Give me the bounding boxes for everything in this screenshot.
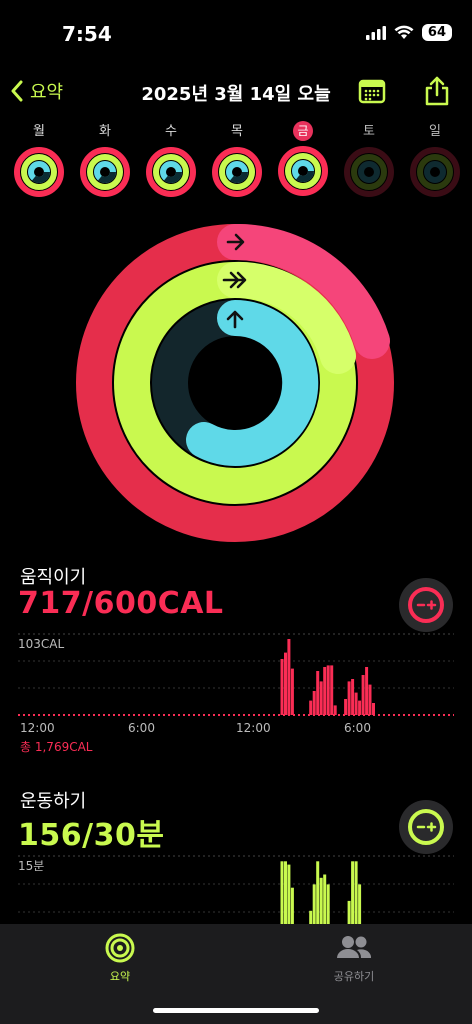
tab-summary[interactable]: 요약 <box>88 932 152 984</box>
day-rings-icon <box>212 147 262 197</box>
move-bar-13 <box>347 681 351 715</box>
exercise-bar-4 <box>309 910 313 924</box>
day-label: 토 <box>363 124 375 139</box>
day-rings-icon <box>146 147 196 197</box>
day-rings-icon <box>344 147 394 197</box>
exercise-bar-13 <box>358 884 362 924</box>
move-bar-6 <box>316 671 320 715</box>
day-rings-icon <box>80 147 130 197</box>
move-ymax-label: 103CAL <box>18 637 64 651</box>
move-bar-16 <box>358 700 362 715</box>
day-2[interactable]: 수 <box>143 120 199 198</box>
day-label: 금 <box>293 121 313 141</box>
tab-sharing-label: 공유하기 <box>333 970 375 983</box>
day-5[interactable]: 토 <box>341 120 397 198</box>
day-ring-2 <box>358 161 380 183</box>
day-rings-icon <box>278 146 328 196</box>
battery-indicator: 64 <box>421 24 452 41</box>
exercise-value: 156/30분 <box>18 818 165 853</box>
move-bar-2 <box>287 639 291 715</box>
exercise-bar-8 <box>323 874 327 924</box>
exercise-bar-12 <box>354 861 358 924</box>
day-label: 수 <box>165 124 177 139</box>
exercise-chart: 15분 <box>18 855 454 924</box>
page-title: 2025년 3월 14일 오늘 <box>141 84 331 105</box>
tab-sharing[interactable]: 공유하기 <box>318 932 390 984</box>
day-1[interactable]: 화 <box>77 120 133 198</box>
signal-icon <box>365 25 386 40</box>
move-xtick-2: 12:00 <box>236 721 271 735</box>
day-4[interactable]: 금 <box>275 120 331 197</box>
exercise-ymax-label: 15분 <box>18 859 44 873</box>
day-rings-icon <box>410 147 460 197</box>
day-rings-icon <box>14 147 64 197</box>
exercise-bar-1 <box>284 861 287 924</box>
move-goal-button[interactable] <box>399 578 453 632</box>
day-label: 월 <box>33 124 45 139</box>
people-icon <box>337 936 372 958</box>
exercise-bar-2 <box>287 864 291 924</box>
exercise-bar-6 <box>316 861 320 924</box>
exercise-goal-button[interactable] <box>399 800 453 854</box>
share-icon <box>425 76 449 106</box>
move-bar-15 <box>354 692 358 715</box>
exercise-bar-9 <box>326 884 330 924</box>
day-ring-2 <box>424 161 446 183</box>
day-label: 일 <box>429 124 441 139</box>
move-bar-4 <box>309 700 313 715</box>
status-time: 7:54 <box>62 22 112 46</box>
day-3[interactable]: 목 <box>209 120 265 198</box>
activity-rings-icon <box>105 933 135 963</box>
day-label: 화 <box>99 124 111 139</box>
tab-summary-label: 요약 <box>109 970 131 983</box>
move-bar-8 <box>323 667 327 715</box>
home-indicator <box>153 1008 319 1013</box>
calendar-icon <box>358 79 386 104</box>
week-strip: 월화수목금토일 <box>0 120 472 200</box>
exercise-bar-7 <box>319 877 323 924</box>
activity-rings[interactable] <box>76 224 394 542</box>
move-bar-20 <box>372 703 375 715</box>
move-bar-5 <box>312 691 316 715</box>
move-total: 총 1,769CAL <box>20 740 93 754</box>
move-bar-1 <box>284 652 287 715</box>
exercise-bar-0 <box>280 861 284 924</box>
calendar-button[interactable] <box>358 78 386 108</box>
move-value: 717/600CAL <box>18 586 224 621</box>
move-bar-14 <box>351 679 355 715</box>
wifi-icon <box>394 25 414 39</box>
day-6[interactable]: 일 <box>407 120 463 198</box>
move-bar-7 <box>319 681 323 715</box>
day-label: 목 <box>231 124 243 139</box>
exercise-bar-11 <box>351 861 355 924</box>
move-bar-3 <box>290 668 294 715</box>
move-bar-19 <box>368 684 372 715</box>
move-bar-0 <box>280 659 284 715</box>
move-bar-10 <box>330 665 334 715</box>
exercise-bar-3 <box>290 887 294 924</box>
exercise-bar-10 <box>347 900 351 924</box>
move-chart: 103CAL <box>18 633 454 716</box>
share-button[interactable] <box>424 76 450 110</box>
move-bar-17 <box>361 675 365 715</box>
status-icons: 64 <box>365 24 452 41</box>
move-bar-12 <box>344 699 348 715</box>
move-xtick-0: 12:00 <box>20 721 55 735</box>
exercise-bar-5 <box>312 884 316 924</box>
move-bar-18 <box>365 667 369 715</box>
day-0[interactable]: 월 <box>11 120 67 198</box>
move-xtick-1: 6:00 <box>128 721 155 735</box>
move-xtick-3: 6:00 <box>344 721 371 735</box>
move-bar-9 <box>326 665 330 715</box>
move-bar-11 <box>333 705 337 715</box>
